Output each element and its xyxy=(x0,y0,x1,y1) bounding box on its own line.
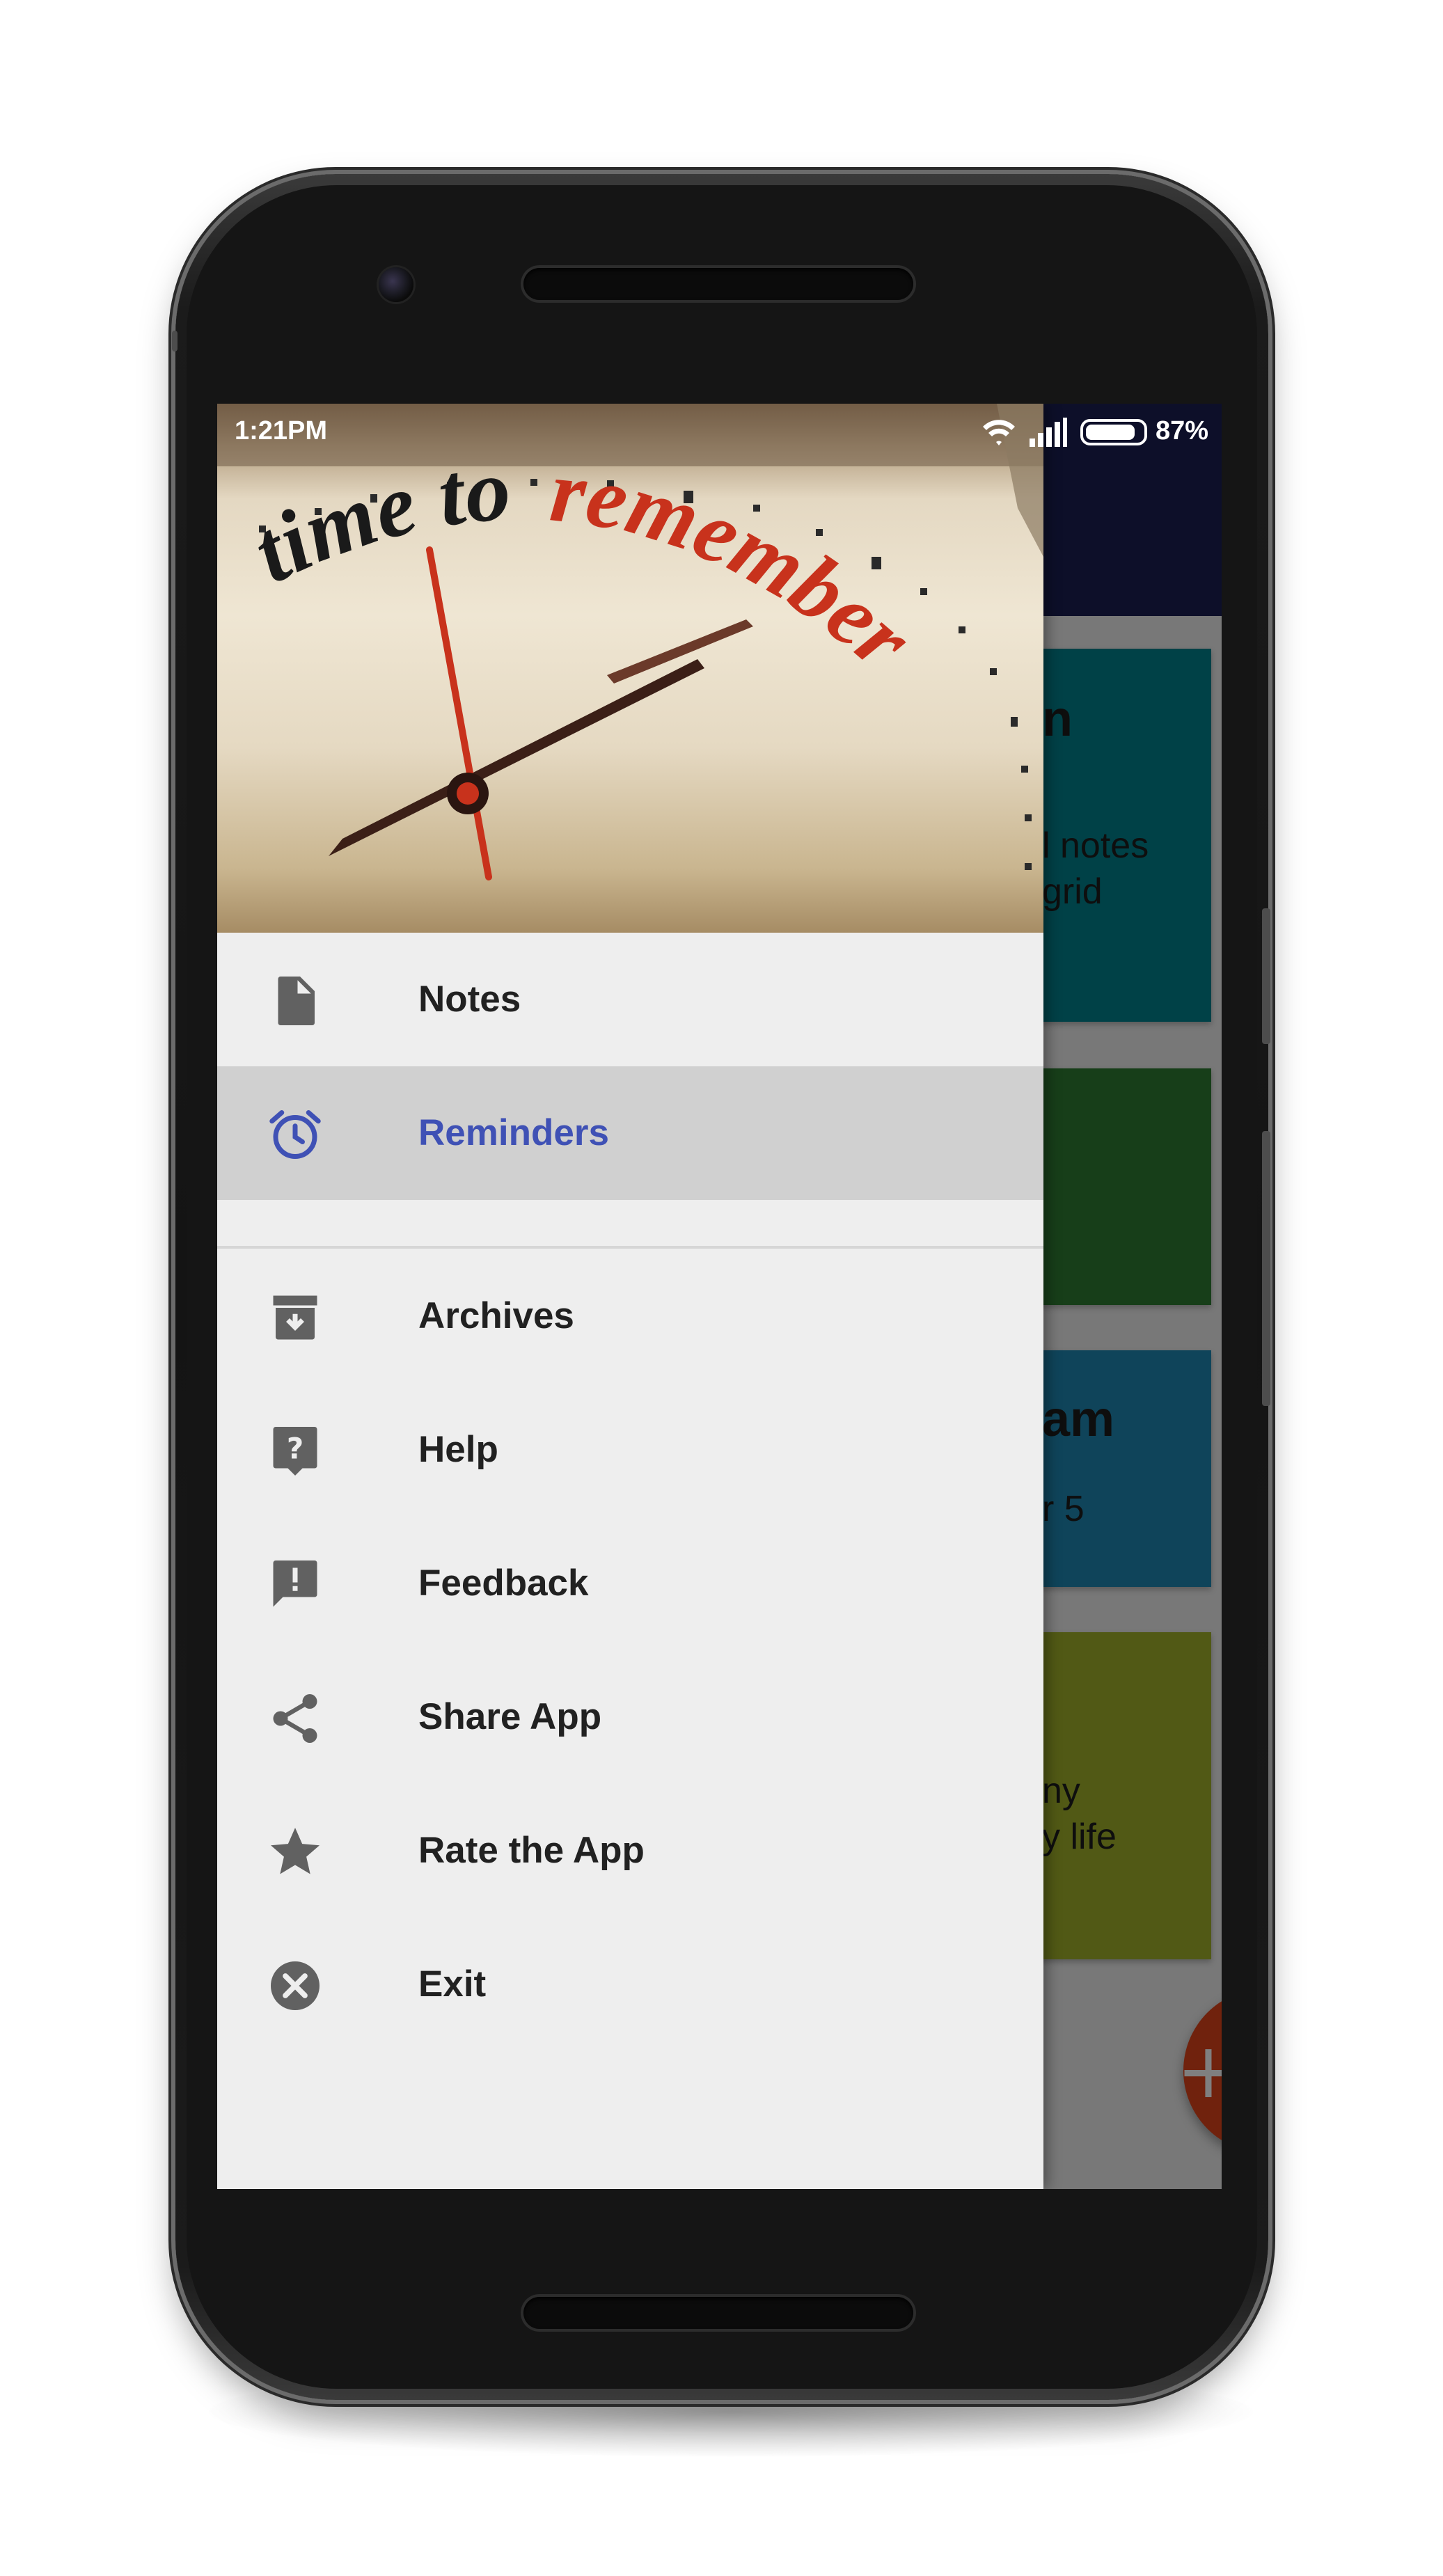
drawer-item-reminders[interactable]: Reminders xyxy=(217,1066,1043,1200)
drawer-header-image: time to remember xyxy=(217,404,1043,933)
drawer-item-help[interactable]: ? Help xyxy=(217,1383,1043,1517)
drawer-item-label: Notes xyxy=(418,979,521,1020)
share-icon xyxy=(273,1694,317,1743)
bottom-speaker-grille xyxy=(523,2297,913,2329)
signal-icon xyxy=(1030,418,1067,447)
drawer-item-label: Exit xyxy=(418,1963,487,2005)
archive-icon xyxy=(273,1295,317,1340)
drawer-item-notes[interactable]: Notes xyxy=(217,933,1043,1066)
drawer-item-label: Share App xyxy=(418,1696,602,1737)
drawer-item-label: Reminders xyxy=(418,1112,609,1153)
header-slogan: time to remember xyxy=(238,440,931,689)
drawer-item-exit[interactable]: Exit xyxy=(217,1918,1043,2051)
status-time: 1:21PM xyxy=(235,416,328,445)
battery-icon xyxy=(1080,419,1147,445)
drawer-item-label: Feedback xyxy=(418,1563,589,1604)
drawer-item-archives[interactable]: Archives xyxy=(217,1249,1043,1383)
drawer-item-feedback[interactable]: Feedback xyxy=(217,1517,1043,1650)
top-speaker-grille xyxy=(523,268,913,300)
front-camera-icon xyxy=(379,267,413,302)
phone-screen: n l notes grid am r 5 ny y life + 1:21PM xyxy=(217,404,1222,2189)
alarm-clock-icon xyxy=(269,1110,321,1159)
wifi-icon xyxy=(983,420,1015,445)
star-icon xyxy=(271,1828,320,1874)
feedback-icon xyxy=(273,1560,317,1607)
help-icon: ? xyxy=(273,1427,317,1476)
drawer-item-label: Rate the App xyxy=(418,1830,645,1871)
side-notch xyxy=(172,331,178,351)
drawer-item-rate-app[interactable]: Rate the App xyxy=(217,1784,1043,1918)
drawer-item-share-app[interactable]: Share App xyxy=(217,1650,1043,1784)
drawer-item-label: Archives xyxy=(418,1295,574,1336)
status-bar: 1:21PM 87% xyxy=(217,404,1222,459)
power-button xyxy=(1262,908,1270,1044)
file-icon xyxy=(278,977,315,1025)
close-circle-icon xyxy=(271,1961,320,2010)
volume-button xyxy=(1262,1131,1270,1406)
drawer-divider xyxy=(217,1246,1043,1249)
drawer-item-label: Help xyxy=(418,1429,498,1470)
clock-illustration: time to remember xyxy=(217,404,1043,880)
battery-percent: 87% xyxy=(1156,416,1209,445)
navigation-drawer: time to remember Notes Reminders Archive… xyxy=(217,404,1043,2189)
svg-text:?: ? xyxy=(287,1432,303,1466)
